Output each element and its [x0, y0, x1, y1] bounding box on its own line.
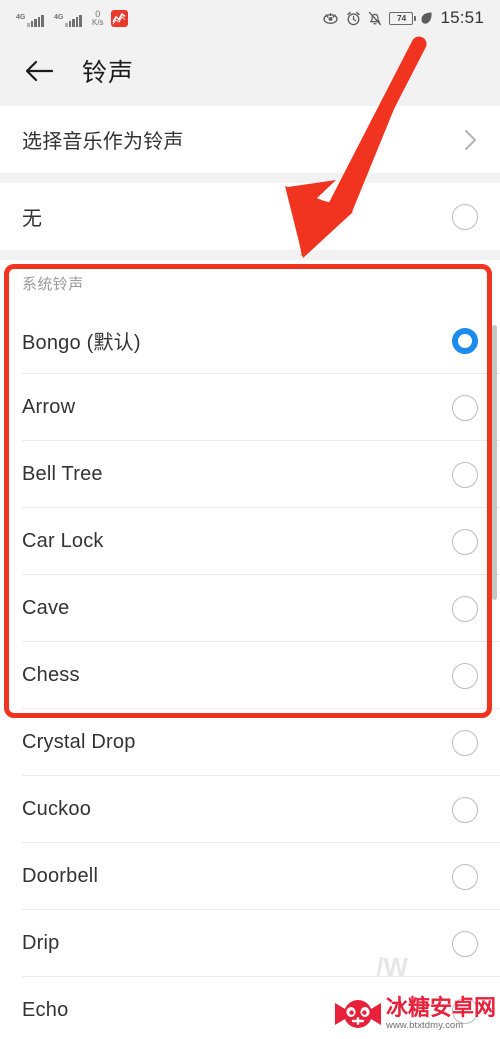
ringtone-row-none[interactable]: 无 [0, 183, 500, 250]
signal-strength-sim2-icon: 4G [54, 13, 85, 27]
ringtone-row[interactable]: Crystal Drop [0, 709, 500, 776]
ringtone-label: Crystal Drop [22, 731, 136, 753]
ringtone-label: Bell Tree [22, 463, 103, 485]
ringtone-label: Car Lock [22, 530, 104, 552]
alarm-clock-icon [346, 11, 361, 26]
network-speed-indicator: 0 K/s [92, 9, 104, 27]
signal-network-type-label-1: 4G [16, 13, 26, 21]
ringtone-label: Doorbell [22, 865, 99, 887]
card-gap-2 [0, 250, 500, 260]
candy-gamepad-logo [334, 993, 382, 1035]
radio-button[interactable] [452, 461, 478, 488]
radio-button[interactable] [452, 528, 478, 555]
ringtone-row[interactable]: Doorbell [0, 843, 500, 910]
ringtone-label: Cave [22, 597, 70, 619]
none-option-card: 无 [0, 183, 500, 250]
scrollbar-thumb[interactable] [492, 325, 497, 600]
ringtone-label: Drip [22, 932, 60, 954]
eye-comfort-icon [322, 11, 339, 25]
watermark: 冰糖安卓网 www.btxtdmy.com [334, 993, 496, 1035]
phone-screen: 4G 4G 0 K/s 74 15:51 铃声 选择音乐作为铃声 无 系统铃声 … [0, 0, 500, 1039]
card-gap-1 [0, 173, 500, 183]
radio-button[interactable] [452, 662, 478, 689]
bell-muted-icon [368, 11, 382, 26]
none-option-label: 无 [22, 208, 43, 230]
status-bar-right: 74 15:51 [322, 8, 484, 28]
radio-button[interactable] [452, 595, 478, 622]
clock-label: 15:51 [440, 8, 484, 27]
ringtone-row[interactable]: Bongo (默认) [0, 307, 500, 374]
status-bar: 4G 4G 0 K/s 74 15:51 [0, 0, 500, 36]
watermark-text: 冰糖安卓网 www.btxtdmy.com [386, 997, 496, 1031]
pick-music-card: 选择音乐作为铃声 [0, 106, 500, 173]
pick-music-row[interactable]: 选择音乐作为铃声 [0, 106, 500, 173]
ringtone-row[interactable]: Arrow [0, 374, 500, 441]
section-header-system-ringtones: 系统铃声 [0, 260, 500, 307]
stocks-app-icon [110, 9, 128, 27]
ringtone-row[interactable]: Cuckoo [0, 776, 500, 843]
signal-strength-sim1-icon: 4G [16, 13, 47, 27]
chevron-right-icon [464, 128, 478, 152]
ringtone-row[interactable]: Cave [0, 575, 500, 642]
radio-button[interactable] [452, 729, 478, 756]
leaf-icon [420, 11, 433, 25]
watermark-url: www.btxtdmy.com [385, 1020, 464, 1032]
watermark-ghost-mark: /W [376, 952, 408, 982]
ringtone-row[interactable]: Chess [0, 642, 500, 709]
page-title: 铃声 [82, 59, 135, 87]
radio-button[interactable] [452, 796, 478, 823]
radio-button-selected[interactable] [452, 327, 478, 354]
signal-network-type-label-2: 4G [54, 13, 64, 21]
network-speed-unit: K/s [92, 17, 104, 27]
ringtone-label: Arrow [22, 396, 76, 418]
radio-button[interactable] [452, 863, 478, 890]
ringtone-row[interactable]: Drip [0, 910, 500, 977]
pick-music-label: 选择音乐作为铃声 [22, 131, 184, 153]
radio-button[interactable] [452, 394, 478, 421]
ringtone-label: Echo [22, 999, 69, 1021]
radio-button-none[interactable] [452, 203, 478, 230]
radio-button[interactable] [452, 930, 478, 957]
ringtone-label: Bongo (默认) [22, 332, 141, 354]
watermark-site-name: 冰糖安卓网 [385, 995, 496, 1021]
status-bar-left: 4G 4G 0 K/s [16, 9, 128, 27]
ringtone-label: Cuckoo [22, 798, 92, 820]
battery-indicator: 74 [389, 11, 417, 25]
ringtone-row[interactable]: Car Lock [0, 508, 500, 575]
system-ringtones-card: 系统铃声 Bongo (默认) Arrow Bell Tree Car Lock… [0, 260, 500, 1039]
battery-level-label: 74 [397, 13, 406, 23]
ringtone-row[interactable]: Bell Tree [0, 441, 500, 508]
ringtone-label: Chess [22, 664, 80, 686]
title-bar: 铃声 [0, 36, 500, 106]
back-arrow-icon[interactable] [22, 54, 56, 88]
